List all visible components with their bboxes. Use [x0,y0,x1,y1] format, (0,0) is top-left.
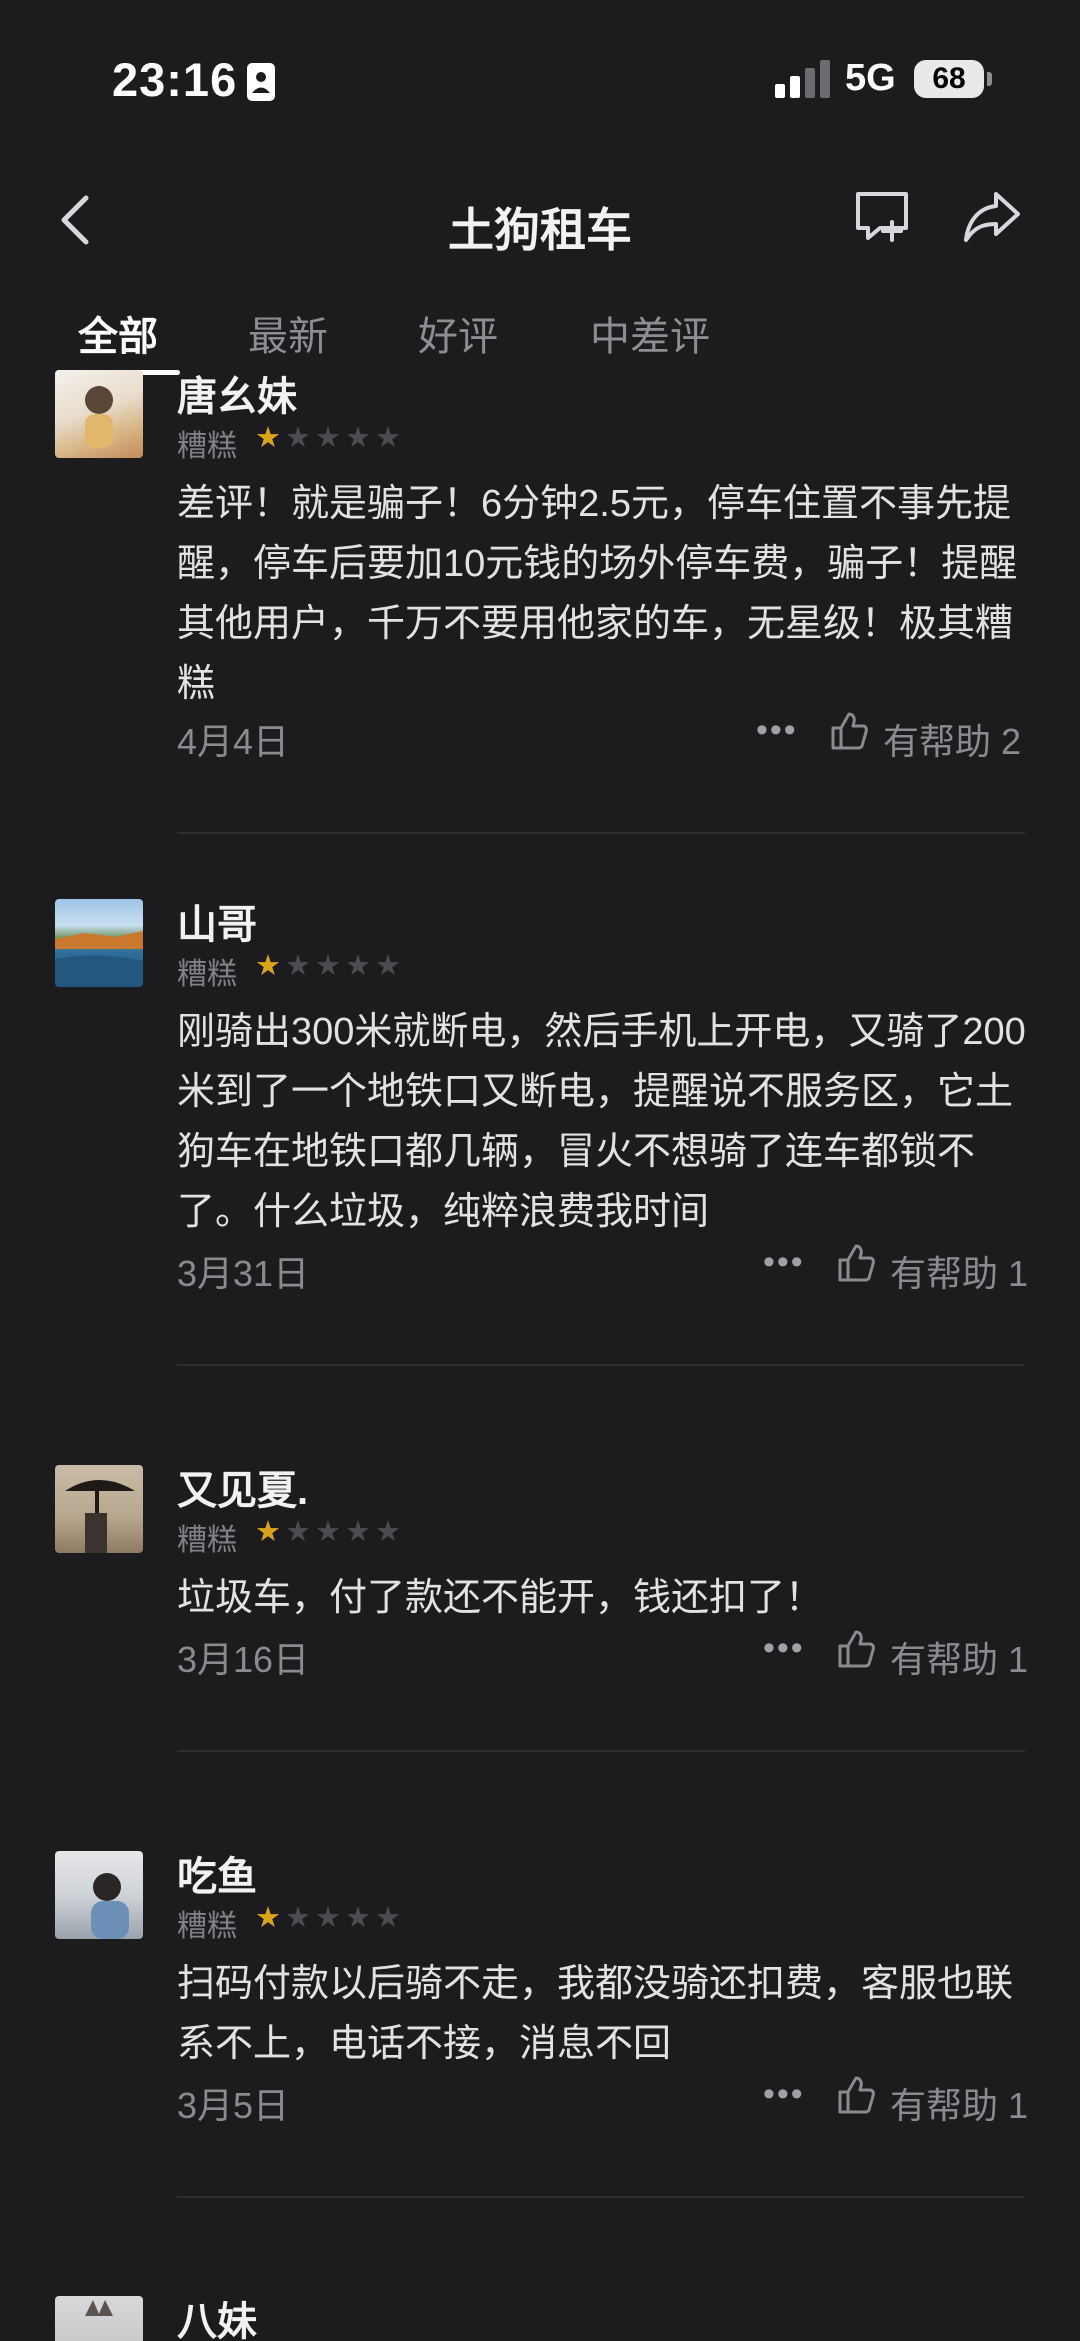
helpful-count[interactable]: 有帮助 2 [883,713,1021,765]
review-content: 扫码付款以后骑不走，我都没骑还扣费，客服也联系不上，电话不接，消息不回 [177,1963,1014,2065]
thumbs-up-icon[interactable] [836,1242,876,1284]
share-icon[interactable] [960,184,1024,248]
review-content: 差评！就是骗子！6分钟2.5元，停车住置不事先提醒，停车后要加10元钱的场外停车… [177,483,1018,705]
signal-strength-icon [775,60,830,98]
filter-tabs: 全部 最新 好评 中差评 [0,290,1080,375]
avatar[interactable] [55,899,143,987]
battery-tip [987,72,992,86]
more-options-icon[interactable]: ••• [756,711,798,750]
more-options-icon[interactable]: ••• [763,1629,805,1668]
tab-positive[interactable]: 好评 [418,304,498,362]
star-rating: ★★★★★ [255,422,405,454]
rating-label: 糟糕 [177,430,237,463]
network-type: 5G [845,57,896,99]
helpful-count[interactable]: 有帮助 1 [890,1245,1028,1297]
review-content: 垃圾车，付了款还不能开，钱还扣了！ [177,1577,824,1619]
tab-negative[interactable]: 中差评 [590,304,710,362]
helpful-count[interactable]: 有帮助 1 [890,1631,1028,1683]
rating-label: 糟糕 [177,1910,237,1943]
divider [177,1364,1025,1366]
reviewer-name[interactable]: 吃鱼 [177,1844,257,1902]
reviewer-name[interactable]: 又见夏. [177,1458,308,1516]
tab-latest[interactable]: 最新 [248,304,328,362]
tab-all[interactable]: 全部 [78,304,158,362]
review-date: 3月16日 [177,1639,310,1680]
status-time: 23:16 [112,53,238,106]
divider [177,1750,1025,1752]
thumbs-up-icon[interactable] [829,710,869,752]
nav-bar: 土狗租车 [0,160,1080,280]
rating-label: 糟糕 [177,1524,237,1557]
reviewer-name[interactable]: 唐幺妹 [177,370,297,422]
status-bar: 23:16 5G 68 [0,0,1080,160]
star-rating: ★★★★★ [255,1516,405,1548]
avatar[interactable] [55,370,143,458]
avatar[interactable] [55,2296,143,2341]
review-date: 4月4日 [177,721,290,762]
review-list[interactable]: 唐幺妹 糟糕 ★★★★★ 差评！就是骗子！6分钟2.5元，停车住置不事先提醒，停… [0,370,1080,2341]
helpful-count[interactable]: 有帮助 1 [890,2077,1028,2129]
reviewer-name[interactable]: 八妹 [177,2289,257,2341]
review-date: 3月31日 [177,1253,310,1294]
divider [177,2196,1025,2198]
rating-label: 糟糕 [177,958,237,991]
review-date: 3月5日 [177,2085,290,2126]
more-options-icon[interactable]: ••• [763,2075,805,2114]
reviewer-name[interactable]: 山哥 [177,892,257,950]
contact-card-icon [247,63,275,101]
thumbs-up-icon[interactable] [836,2074,876,2116]
review-content: 刚骑出300米就断电，然后手机上开电，又骑了200米到了一个地铁口又断电，提醒说… [177,1011,1026,1233]
add-comment-icon[interactable] [850,184,914,248]
avatar[interactable] [55,1851,143,1939]
star-rating: ★★★★★ [255,1902,405,1934]
star-rating: ★★★★★ [255,950,405,982]
avatar[interactable] [55,1465,143,1553]
thumbs-up-icon[interactable] [836,1628,876,1670]
more-options-icon[interactable]: ••• [763,1243,805,1282]
battery-indicator: 68 [914,60,984,98]
page-title: 土狗租车 [448,204,632,256]
divider [177,832,1025,834]
